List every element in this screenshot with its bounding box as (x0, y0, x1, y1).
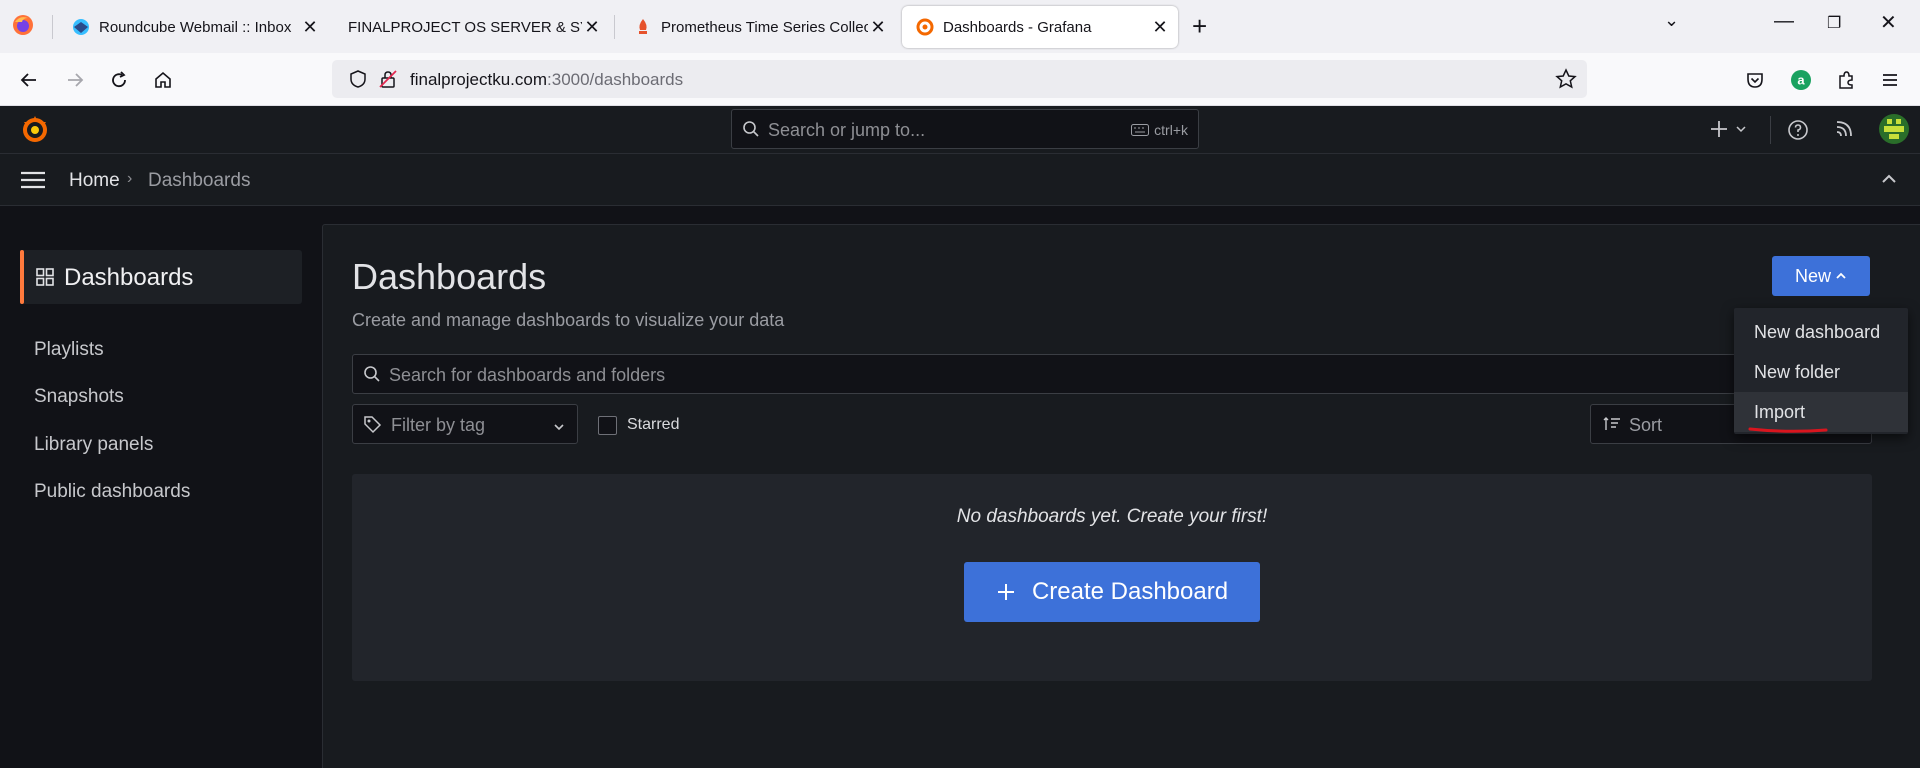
bookmark-star-icon[interactable] (1555, 68, 1577, 95)
restore-icon[interactable]: ❐ (1827, 13, 1841, 33)
back-icon[interactable] (14, 65, 44, 95)
minimize-icon[interactable]: — (1774, 10, 1794, 33)
breadcrumb-home[interactable]: Home (69, 170, 120, 192)
list-all-tabs-icon[interactable]: ⌄ (1664, 10, 1679, 31)
tab-title: Prometheus Time Series Collection (661, 18, 868, 36)
help-icon[interactable] (1787, 119, 1809, 141)
tag-filter-select[interactable]: Filter by tag (352, 404, 578, 444)
search-placeholder: Search or jump to... (768, 120, 926, 140)
tab-title: Roundcube Webmail :: Inbox (99, 18, 292, 36)
keyboard-shortcut-hint: ctrl+k (1131, 122, 1188, 138)
global-search-input[interactable]: Search or jump to... ctrl+k (731, 109, 1199, 149)
sidebar-item-snapshots[interactable]: Snapshots (34, 386, 124, 408)
chevron-up-icon[interactable] (1880, 172, 1898, 186)
prometheus-icon (634, 18, 652, 36)
empty-state-message: No dashboards yet. Create your first! (956, 506, 1268, 527)
search-icon (363, 365, 381, 388)
create-dashboard-label: Create Dashboard (1031, 578, 1229, 605)
tab-separator (614, 15, 615, 39)
close-icon[interactable]: ✕ (1150, 17, 1170, 38)
sidebar-item-playlists[interactable]: Playlists (34, 339, 104, 361)
new-tab-button[interactable]: + (1192, 11, 1207, 42)
close-icon[interactable]: ✕ (868, 17, 888, 38)
starred-checkbox[interactable] (598, 416, 617, 435)
dashboard-search-placeholder: Search for dashboards and folders (389, 365, 666, 385)
insecure-lock-icon[interactable] (378, 69, 398, 94)
new-button-label: New (1794, 265, 1831, 286)
new-dropdown-menu: New dashboard New folder Import (1734, 308, 1908, 434)
sort-icon (1603, 416, 1621, 437)
chevron-up-icon (1836, 272, 1846, 279)
tag-icon (363, 415, 382, 439)
window-close-icon[interactable]: ✕ (1880, 10, 1897, 35)
svg-text:a: a (1797, 73, 1805, 88)
menu-hamburger-icon[interactable] (20, 170, 46, 190)
extensions-puzzle-icon[interactable] (1831, 65, 1861, 95)
create-dashboard-button[interactable]: Create Dashboard (964, 562, 1260, 622)
grafana-icon (916, 18, 934, 36)
roundcube-icon (72, 18, 90, 36)
starred-label[interactable]: Starred (627, 416, 679, 434)
firefox-icon[interactable] (12, 14, 34, 36)
chevron-down-icon (553, 419, 565, 437)
tab-title: Dashboards - Grafana (943, 18, 1092, 36)
divider (1770, 116, 1771, 144)
page-subtitle: Create and manage dashboards to visualiz… (352, 310, 785, 330)
reload-icon[interactable] (104, 65, 134, 95)
plus-icon (997, 584, 1014, 600)
tag-filter-placeholder: Filter by tag (391, 415, 486, 435)
keyboard-icon (1131, 124, 1150, 136)
tab-grafana-dashboards[interactable]: Dashboards - Grafana ✕ (902, 6, 1178, 48)
new-button[interactable]: New (1772, 256, 1870, 296)
apps-grid-icon (36, 268, 54, 291)
pocket-icon[interactable] (1740, 65, 1770, 95)
user-avatar[interactable] (1879, 114, 1909, 144)
search-icon (742, 120, 760, 143)
sidebar-item-public-dashboards[interactable]: Public dashboards (34, 481, 190, 503)
dashboard-search-input[interactable]: Search for dashboards and folders (352, 354, 1872, 394)
tab-separator (52, 15, 53, 39)
breadcrumb-bar: Home › Dashboards (0, 154, 1920, 206)
page-title: Dashboards (352, 256, 547, 297)
close-icon[interactable]: ✕ (300, 17, 320, 38)
tab-title: FINALPROJECT OS SERVER & SYSADMIN (348, 18, 582, 36)
app-menu-icon[interactable] (1875, 65, 1905, 95)
address-bar[interactable]: finalprojectku.com:3000/dashboards (332, 60, 1587, 98)
sidebar-item-dashboards[interactable]: Dashboards (20, 250, 302, 304)
add-new-button[interactable] (1710, 118, 1752, 140)
extension-a-icon[interactable]: a (1786, 65, 1816, 95)
active-indicator (20, 250, 24, 304)
grafana-top-bar: Search or jump to... ctrl+k (0, 106, 1920, 154)
empty-state-panel: No dashboards yet. Create your first! Cr… (352, 474, 1872, 681)
news-rss-icon[interactable] (1834, 119, 1854, 139)
sort-placeholder: Sort (1629, 415, 1663, 435)
tab-finalproject[interactable]: FINALPROJECT OS SERVER & SYSADMIN ✕ (334, 6, 610, 48)
menu-item-new-folder[interactable]: New folder (1734, 352, 1908, 392)
tab-roundcube[interactable]: Roundcube Webmail :: Inbox ✕ (58, 6, 328, 48)
sidebar-item-library-panels[interactable]: Library panels (34, 434, 153, 456)
shield-icon[interactable] (348, 69, 368, 94)
sidebar-active-label: Dashboards (64, 264, 194, 291)
forward-icon[interactable] (60, 65, 90, 95)
breadcrumb-separator: › (127, 170, 133, 187)
breadcrumb-current: Dashboards (148, 170, 251, 191)
tab-prometheus[interactable]: Prometheus Time Series Collection ✕ (620, 6, 896, 48)
url-text: finalprojectku.com:3000/dashboards (410, 70, 684, 89)
home-icon[interactable] (148, 65, 178, 95)
browser-nav-bar: finalprojectku.com:3000/dashboards a (0, 53, 1920, 106)
sidebar: Dashboards Playlists Snapshots Library p… (0, 206, 322, 768)
grafana-logo-icon[interactable] (20, 114, 50, 144)
menu-item-new-dashboard[interactable]: New dashboard (1734, 312, 1908, 352)
close-icon[interactable]: ✕ (582, 17, 602, 38)
annotation-underline (1748, 427, 1828, 433)
browser-tab-bar: Roundcube Webmail :: Inbox ✕ FINALPROJEC… (0, 0, 1920, 53)
